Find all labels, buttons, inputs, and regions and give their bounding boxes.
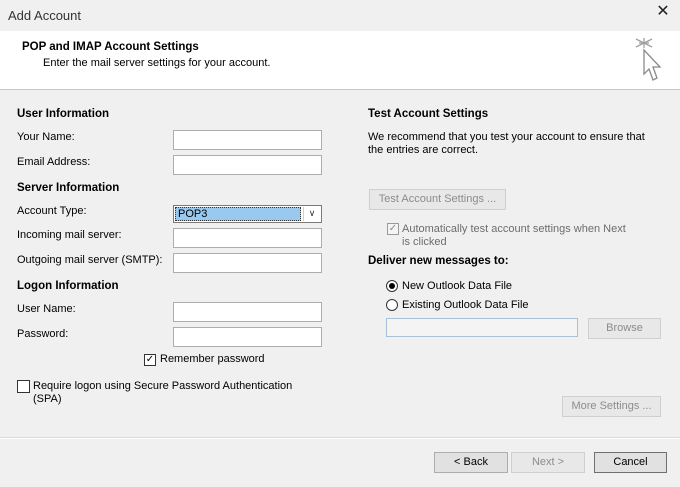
existing-data-file-label: Existing Outlook Data File <box>402 299 529 311</box>
footer-divider-highlight <box>0 438 680 439</box>
test-desc-line1: We recommend that you test your account … <box>368 131 645 143</box>
browse-button[interactable]: Browse <box>588 318 661 339</box>
more-settings-button[interactable]: More Settings ... <box>562 396 661 417</box>
outgoing-server-label: Outgoing mail server (SMTP): <box>17 254 163 266</box>
account-type-value: POP3 <box>175 207 301 221</box>
user-info-heading: User Information <box>17 108 110 120</box>
new-data-file-label: New Outlook Data File <box>402 280 513 292</box>
chevron-down-icon[interactable]: ∨ <box>303 207 320 221</box>
new-data-file-radio[interactable] <box>386 280 398 292</box>
account-type-label: Account Type: <box>17 205 87 217</box>
cancel-button[interactable]: Cancel <box>594 452 667 473</box>
existing-data-file-radio[interactable] <box>386 299 398 311</box>
spa-label-line2: (SPA) <box>33 393 62 405</box>
server-info-heading: Server Information <box>17 182 120 194</box>
your-name-label: Your Name: <box>17 131 75 143</box>
test-desc-line2: the entries are correct. <box>368 144 479 156</box>
username-field[interactable] <box>173 302 322 322</box>
deliver-heading: Deliver new messages to: <box>368 255 509 267</box>
username-label: User Name: <box>17 303 76 315</box>
auto-test-label-line2: is clicked <box>402 236 447 248</box>
remember-password-checkbox[interactable]: ✓ <box>144 354 156 366</box>
back-button[interactable]: < Back <box>434 452 508 473</box>
password-field[interactable] <box>173 327 322 347</box>
logon-info-heading: Logon Information <box>17 280 119 292</box>
auto-test-label-line1: Automatically test account settings when… <box>402 223 626 235</box>
auto-test-checkbox[interactable]: ✓ <box>387 223 399 235</box>
spa-checkbox[interactable] <box>17 380 30 393</box>
email-field[interactable] <box>173 155 322 175</box>
outgoing-server-field[interactable] <box>173 253 322 273</box>
remember-password-label: Remember password <box>160 353 265 365</box>
spa-label-line1: Require logon using Secure Password Auth… <box>33 380 293 392</box>
title-bar <box>0 0 680 31</box>
close-icon[interactable]: ✕ <box>652 2 674 24</box>
incoming-server-label: Incoming mail server: <box>17 229 122 241</box>
incoming-server-field[interactable] <box>173 228 322 248</box>
your-name-field[interactable] <box>173 130 322 150</box>
sparkle-cursor-icon <box>635 38 662 81</box>
header-title: POP and IMAP Account Settings <box>22 41 199 53</box>
next-button[interactable]: Next > <box>511 452 585 473</box>
window-title: Add Account <box>8 8 81 23</box>
wizard-header: POP and IMAP Account Settings Enter the … <box>0 31 680 90</box>
test-settings-heading: Test Account Settings <box>368 108 489 120</box>
account-type-select[interactable]: POP3 ∨ <box>173 205 322 223</box>
header-subtitle: Enter the mail server settings for your … <box>43 57 271 69</box>
test-account-settings-button[interactable]: Test Account Settings ... <box>369 189 506 210</box>
email-label: Email Address: <box>17 156 91 168</box>
password-label: Password: <box>17 328 69 340</box>
existing-data-file-path[interactable] <box>386 318 578 337</box>
